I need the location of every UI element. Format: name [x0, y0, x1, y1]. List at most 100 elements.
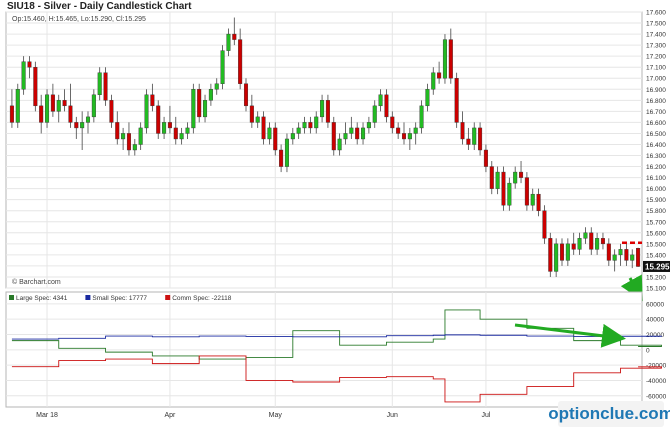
candle-body	[45, 94, 50, 123]
candle-body	[314, 116, 319, 129]
candle-body	[115, 122, 120, 140]
candle-body	[431, 72, 436, 90]
candle-body	[39, 105, 44, 123]
cot-tick-label: 60000	[646, 301, 664, 308]
candle-body	[507, 182, 512, 206]
candle-body	[396, 127, 401, 134]
candle-body	[284, 138, 289, 167]
candle-body	[191, 89, 196, 129]
candle-body	[589, 232, 594, 250]
x-tick-label: May	[269, 412, 283, 419]
candle-body	[343, 133, 348, 140]
candle-body	[121, 133, 126, 140]
price-tick-label: 15.200	[646, 274, 666, 281]
candle-body	[361, 127, 366, 140]
candle-body	[519, 171, 524, 178]
candle-body	[33, 66, 38, 107]
candle-body	[636, 248, 641, 267]
candle-body	[437, 72, 442, 79]
candle-body	[238, 39, 243, 84]
candle-body	[208, 89, 213, 101]
candle-body	[372, 105, 377, 123]
legend-label: Small Spec: 17777	[92, 295, 147, 302]
price-tick-label: 17.400	[646, 32, 666, 39]
candle-body	[325, 100, 330, 123]
candle-body	[489, 166, 494, 189]
candle-body	[185, 127, 190, 134]
candle-body	[91, 94, 96, 118]
candle-body	[220, 50, 225, 84]
price-tick-label: 15.700	[646, 219, 666, 226]
candle-body	[442, 39, 447, 79]
candle-body	[197, 89, 202, 118]
candle-body	[460, 122, 465, 140]
cot-legend: Large Spec: 4341 Small Spec: 17777 Comm Sp…	[9, 295, 232, 302]
candle-body	[62, 100, 67, 107]
price-tick-label: 16.600	[646, 120, 666, 127]
price-tick-label: 16.300	[646, 153, 666, 160]
candle-body	[448, 39, 453, 79]
price-tick-label: 16.000	[646, 186, 666, 193]
price-tick-label: 15.800	[646, 208, 666, 215]
price-tick-label: 15.500	[646, 241, 666, 248]
candle-body	[478, 127, 483, 151]
price-tick-label: 15.600	[646, 230, 666, 237]
cot-tick-label: 40000	[646, 317, 664, 324]
candle-body	[630, 254, 635, 261]
candle-body	[331, 122, 336, 151]
candle-body	[624, 249, 629, 261]
price-tick-label: 16.100	[646, 175, 666, 182]
candle-body	[366, 122, 371, 129]
candle-body	[320, 100, 325, 118]
price-tick-label: 16.800	[646, 98, 666, 105]
candle-body	[524, 177, 529, 206]
price-tick-label: 17.200	[646, 54, 666, 61]
candle-body	[612, 254, 617, 261]
ohlc-readout: Op:15.460, H:15.465, Lo:15.290, Cl:15.29…	[12, 16, 146, 23]
legend-label: Large Spec: 4341	[16, 295, 68, 302]
candle-body	[337, 138, 342, 151]
price-tick-label: 17.000	[646, 76, 666, 83]
candle-body	[530, 193, 535, 206]
price-tick-label: 17.500	[646, 21, 666, 28]
candle-body	[390, 116, 395, 129]
candle-body	[378, 94, 383, 107]
candle-body	[548, 238, 553, 272]
x-tick-label: Mar 18	[36, 412, 58, 419]
candle-body	[173, 127, 178, 140]
candle-body	[559, 243, 565, 261]
candle-body	[103, 72, 108, 101]
cot-tick-label: 0	[646, 347, 650, 354]
cot-tick-label: 20000	[646, 332, 664, 339]
last-price-label: 15.295	[645, 262, 670, 271]
candle-body	[85, 116, 91, 123]
chart-svg: 15.10015.20015.30015.40015.50015.60015.7…	[5, 1, 670, 419]
candle-body	[384, 94, 389, 118]
candle-body	[536, 193, 541, 211]
chart-title: SIU18 - Silver - Daily Candlestick Chart	[7, 1, 192, 12]
candle-body	[232, 33, 237, 40]
price-panel	[5, 11, 643, 289]
candle-body	[80, 122, 85, 129]
cot-y-axis: 6000040000200000-20000-40000-60000	[646, 301, 667, 400]
candle-body	[138, 127, 143, 145]
price-tick-label: 16.200	[646, 164, 666, 171]
candle-body	[126, 133, 131, 151]
candle-body	[513, 171, 518, 184]
candle-body	[68, 105, 73, 123]
candle-body	[15, 89, 20, 123]
x-tick-label: Apr	[164, 412, 176, 419]
candle-body	[290, 133, 295, 140]
legend-swatch	[165, 295, 171, 300]
candle-body	[144, 94, 149, 129]
candle-body	[97, 72, 102, 96]
candle-body	[21, 61, 26, 90]
candle-body	[595, 238, 600, 250]
price-tick-label: 15.400	[646, 252, 666, 259]
candle-body	[472, 127, 477, 145]
candle-body	[571, 243, 576, 250]
x-tick-label: Jun	[387, 412, 398, 419]
candle-body	[74, 122, 79, 129]
candle-body	[243, 83, 249, 107]
candle-body	[150, 94, 155, 107]
